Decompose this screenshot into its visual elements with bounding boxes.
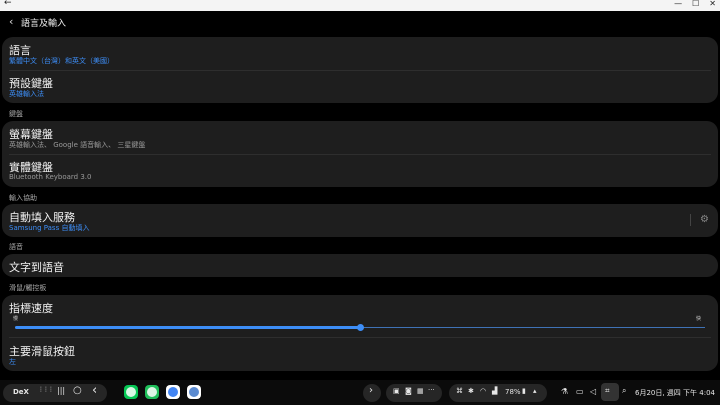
bluetooth-icon: ✱ bbox=[468, 387, 474, 395]
physical-keyboard-item[interactable]: 實體鍵盤 Bluetooth Keyboard 3.0 bbox=[2, 154, 718, 187]
camera-notification-icon[interactable]: ◙ bbox=[405, 387, 412, 395]
autofill-subtitle: Samsung Pass 自動填入 bbox=[9, 224, 90, 232]
primary-mouse-button-item[interactable]: 主要滑鼠按鈕 左 bbox=[2, 338, 718, 371]
onscreen-keyboard-item[interactable]: 螢幕鍵盤 英雄輸入法、 Google 語音輸入、 三星鍵盤 bbox=[2, 121, 718, 154]
default-keyboard-subtitle: 英雄輸入法 bbox=[9, 90, 44, 98]
primary-mouse-button-value: 左 bbox=[9, 358, 16, 366]
camera-app-icon[interactable] bbox=[187, 385, 201, 399]
vertical-divider bbox=[690, 214, 691, 226]
section-header-keyboard: 鍵盤 bbox=[9, 110, 23, 118]
screen-capture-icon[interactable]: ⌗ bbox=[605, 386, 610, 396]
physical-keyboard-subtitle: Bluetooth Keyboard 3.0 bbox=[9, 173, 92, 181]
autofill-card[interactable]: 自動填入服務 Samsung Pass 自動填入 ⚙ bbox=[2, 204, 718, 237]
language-card: 語言 繁體中文（台灣）和英文（美國） 預設鍵盤 英雄輸入法 bbox=[2, 37, 718, 103]
pointer-speed-slider-fill bbox=[15, 326, 360, 329]
mute-icon[interactable]: ◁ bbox=[590, 387, 596, 396]
page-header: ‹ 語言及輸入 bbox=[0, 11, 720, 33]
calendar-notification-icon[interactable]: ▦ bbox=[417, 387, 424, 395]
language-item[interactable]: 語言 繁體中文（台灣）和英文（美國） bbox=[2, 37, 718, 70]
section-header-input-assist: 輸入協助 bbox=[9, 194, 37, 202]
slider-fast-label: 快 bbox=[696, 316, 702, 322]
autofill-settings-gear-icon[interactable]: ⚙ bbox=[700, 214, 709, 225]
pointer-speed-slider-thumb[interactable] bbox=[357, 324, 364, 331]
dex-button[interactable]: DeX bbox=[13, 388, 29, 396]
language-subtitle: 繁體中文（台灣）和英文（美國） bbox=[9, 57, 114, 65]
default-keyboard-item[interactable]: 預設鍵盤 英雄輸入法 bbox=[2, 70, 718, 103]
back-chevron-icon[interactable]: ‹ bbox=[9, 15, 13, 28]
date-time[interactable]: 6月20日, 週四 下午 4:04 bbox=[635, 388, 715, 398]
primary-mouse-button-title: 主要滑鼠按鈕 bbox=[9, 345, 75, 358]
section-header-mouse: 滑鼠/觸控板 bbox=[9, 284, 47, 292]
expand-icon[interactable]: › bbox=[369, 385, 373, 396]
screen-capture-highlight bbox=[601, 383, 619, 401]
recents-icon[interactable]: ||| bbox=[57, 386, 65, 395]
mouse-card: 指標速度 慢 快 主要滑鼠按鈕 左 bbox=[2, 295, 718, 371]
tts-title: 文字到語音 bbox=[9, 261, 64, 274]
pointer-speed-title: 指標速度 bbox=[9, 302, 53, 315]
line-app-icon[interactable] bbox=[124, 385, 138, 399]
image-notification-icon[interactable]: ▣ bbox=[393, 387, 400, 395]
wifi-icon: ◠ bbox=[480, 387, 487, 395]
minimize-icon[interactable]: — bbox=[674, 0, 682, 8]
battery-percent: 78% bbox=[505, 388, 521, 396]
dex-taskbar: DeX ⋮⋮⋮ ||| ○ ‹ › ▣ ◙ ▦ ··· ⌘ ✱ ◠ ▟ 78% … bbox=[0, 380, 720, 405]
more-notifications-icon[interactable]: ··· bbox=[428, 386, 435, 394]
apps-grid-icon[interactable]: ⋮⋮⋮ bbox=[38, 386, 54, 393]
network-icon: ⌘ bbox=[456, 387, 463, 395]
slider-slow-label: 慢 bbox=[13, 316, 19, 322]
home-icon[interactable]: ○ bbox=[73, 385, 82, 396]
back-icon[interactable]: ‹ bbox=[92, 383, 97, 398]
keyboard-card: 螢幕鍵盤 英雄輸入法、 Google 語音輸入、 三星鍵盤 實體鍵盤 Bluet… bbox=[2, 121, 718, 187]
maximize-icon[interactable]: ☐ bbox=[692, 0, 699, 8]
window-controls: — ☐ ✕ bbox=[674, 0, 716, 8]
page-title: 語言及輸入 bbox=[21, 19, 67, 29]
window-back-icon[interactable]: ← bbox=[4, 0, 12, 8]
chrome-app-icon[interactable] bbox=[166, 385, 180, 399]
phone-app-icon[interactable] bbox=[145, 385, 159, 399]
signal-icon: ▟ bbox=[492, 387, 498, 395]
caret-up-icon[interactable]: ▴ bbox=[533, 387, 537, 395]
onscreen-keyboard-subtitle: 英雄輸入法、 Google 語音輸入、 三星鍵盤 bbox=[9, 141, 146, 149]
search-icon[interactable]: ⌕ bbox=[622, 386, 626, 396]
tts-card[interactable]: 文字到語音 bbox=[2, 254, 718, 277]
lab-icon[interactable]: ⚗ bbox=[561, 387, 568, 396]
pointer-speed-item: 指標速度 慢 快 bbox=[2, 295, 718, 337]
section-header-speech: 語音 bbox=[9, 243, 23, 251]
screenshot-icon[interactable]: ▭ bbox=[576, 387, 584, 396]
close-icon[interactable]: ✕ bbox=[709, 0, 716, 8]
battery-icon: ▮ bbox=[522, 387, 526, 395]
autofill-service-item[interactable]: 自動填入服務 Samsung Pass 自動填入 bbox=[2, 204, 718, 237]
window-title-bar: ← — ☐ ✕ bbox=[0, 0, 720, 11]
